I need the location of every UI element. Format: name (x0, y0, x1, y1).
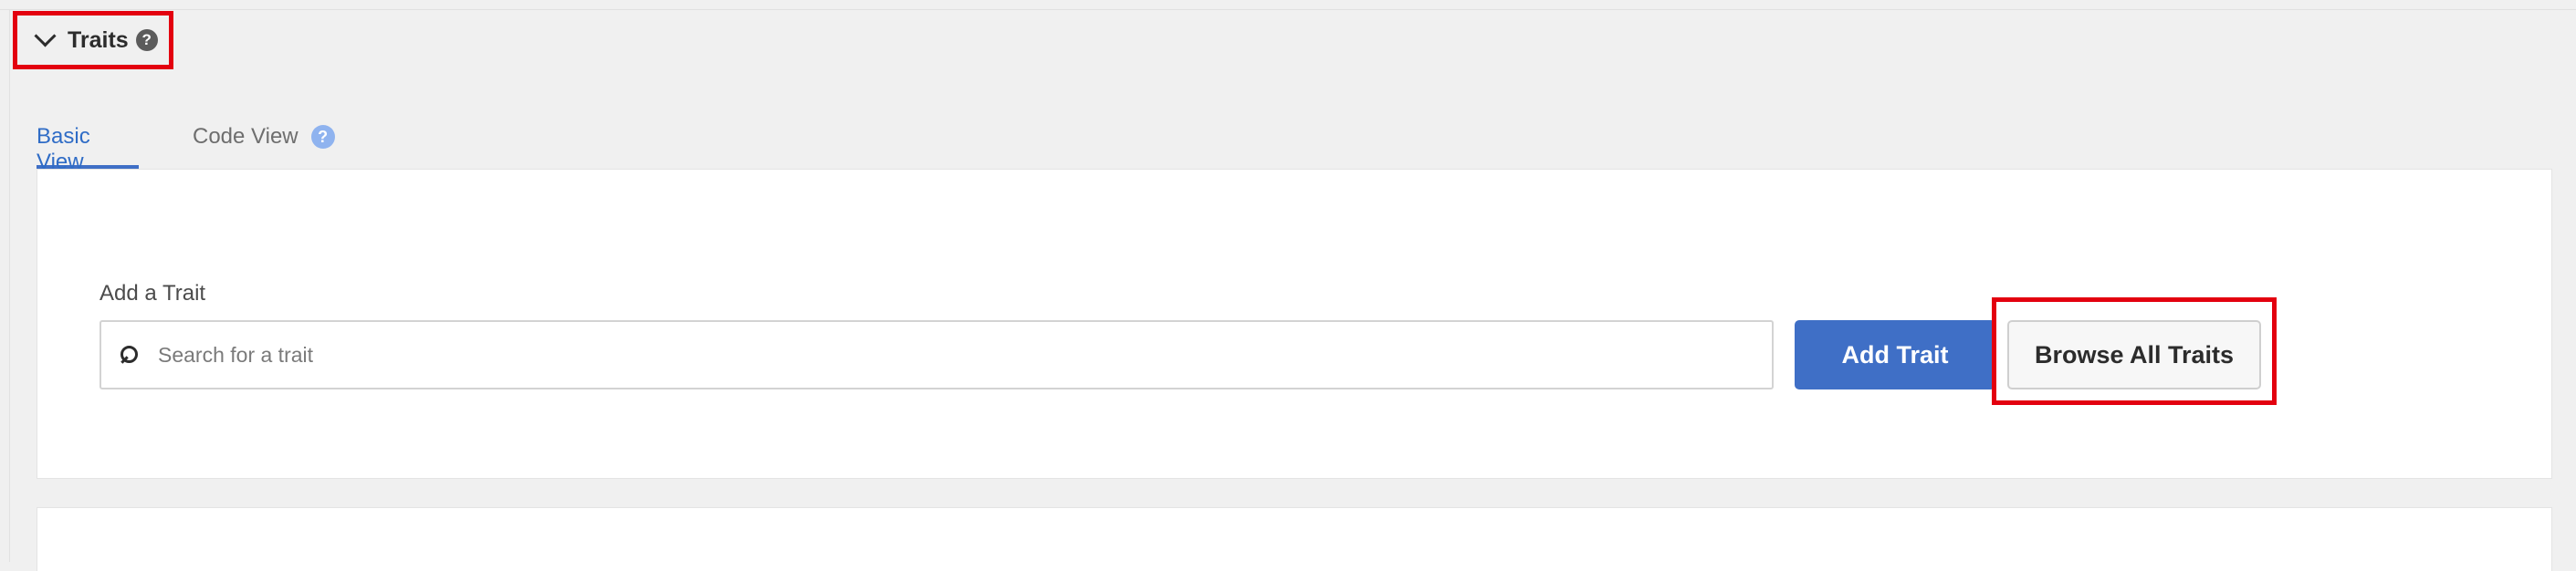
code-view-help-icon[interactable]: ? (310, 125, 335, 149)
left-divider (9, 9, 10, 562)
add-trait-button[interactable]: Add Trait (1795, 320, 1995, 389)
tab-basic-view-label: Basic View (37, 124, 90, 174)
page: Traits ? Basic View Code View ? Add a Tr… (0, 0, 2576, 571)
section-header-traits[interactable]: Traits ? (13, 11, 173, 69)
search-icon (120, 346, 138, 364)
tab-code-view[interactable]: Code View ? (193, 124, 335, 170)
section-title: Traits (68, 26, 129, 53)
add-trait-label: Add a Trait (99, 281, 206, 306)
chevron-down-icon[interactable] (34, 25, 57, 47)
basic-view-panel: Add a Trait Add Trait Browse All Traits (37, 169, 2552, 479)
trait-search-input[interactable] (156, 327, 1772, 383)
help-icon[interactable]: ? (135, 29, 158, 51)
tab-code-view-label: Code View (193, 124, 298, 149)
browse-all-traits-button[interactable]: Browse All Traits (2007, 320, 2261, 389)
top-divider (0, 9, 2576, 10)
trait-search-box[interactable] (99, 320, 1774, 389)
tab-basic-view[interactable]: Basic View (37, 124, 139, 174)
